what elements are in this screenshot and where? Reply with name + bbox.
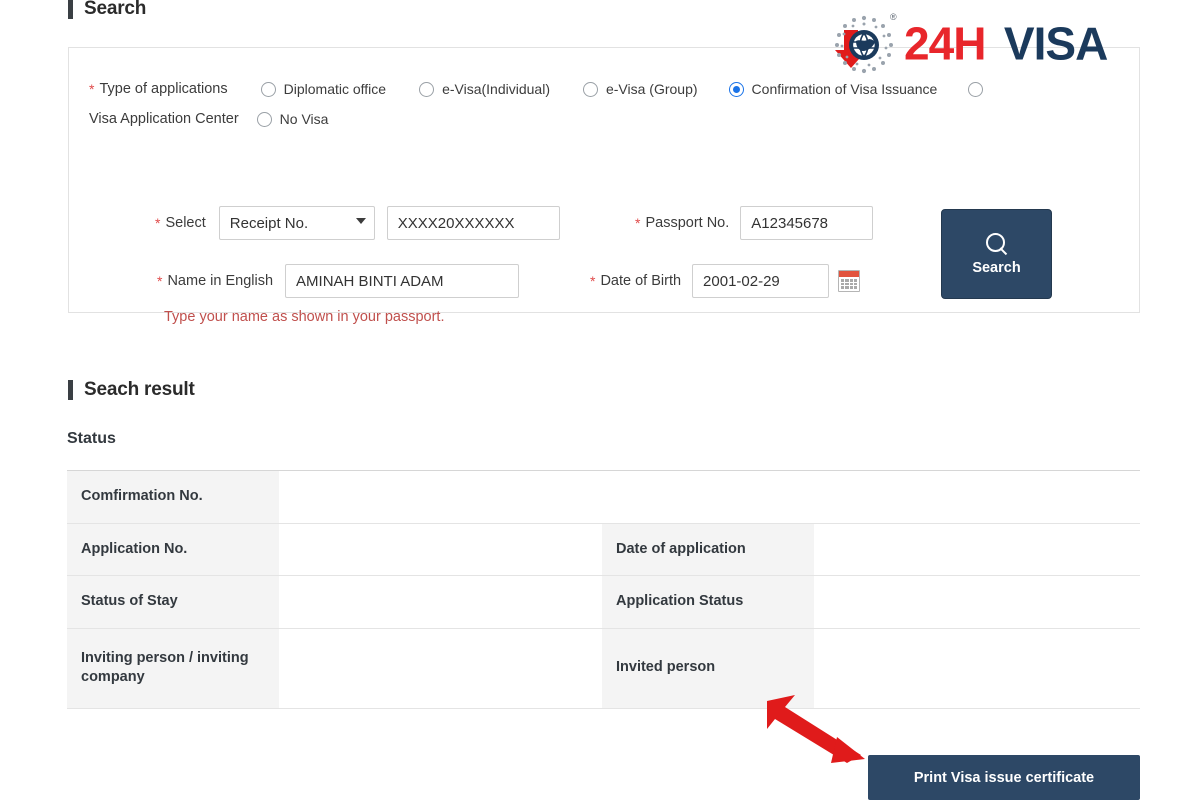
result-heading-text: Seach result [84,379,195,400]
name-in-english-input[interactable] [285,264,520,298]
radio-label-evisa-individual: e-Visa(Individual) [442,81,550,97]
required-asterisk: * [157,273,163,289]
row-label-confirmation-no: Comfirmation No. [67,470,279,524]
name-field-row: * Name in English [157,264,520,298]
document-type-select-wrapper[interactable]: Receipt No. [218,206,375,240]
print-visa-issue-certificate-button[interactable]: Print Visa issue certificate [868,755,1140,800]
passport-field-row: * Passport No. [635,206,874,240]
row-label-invited-person: Invited person [602,628,814,709]
brand-wordmark: 24H VISA [904,18,1109,70]
search-section-heading: Search [68,0,146,20]
table-row: Inviting person / inviting company Invit… [67,628,1140,709]
radio-no-visa-icon[interactable] [256,111,272,127]
required-asterisk: * [89,81,95,97]
passport-no-input[interactable] [740,206,874,240]
select-label: Select [165,215,206,231]
required-asterisk: * [590,273,596,289]
section-accent-bar [68,0,73,19]
radio-option-visa-application-center[interactable] [968,81,991,97]
wordmark-visa: VISA [1004,18,1108,70]
visa-application-center-label: Visa Application Center [89,111,239,127]
brand-logo: ® 24H VISA [828,8,1188,80]
registered-mark: ® [890,12,897,22]
radio-label-confirmation-of-visa-issuance: Confirmation of Visa Issuance [751,81,938,97]
status-subheading: Status [67,430,116,447]
search-icon [985,232,1009,256]
radio-label-evisa-group: e-Visa (Group) [605,81,698,97]
table-row: Status of Stay Application Status [67,575,1140,629]
select-field-row: * Select Receipt No. [155,206,560,240]
search-heading-text: Search [84,0,147,19]
row-label-application-status: Application Status [602,575,814,629]
radio-option-evisa-individual[interactable]: e-Visa(Individual) [419,81,550,97]
name-hint-text: Type your name as shown in your passport… [164,309,445,325]
required-asterisk: * [155,215,161,231]
search-form-panel: * Type of applications Diplomatic office… [68,47,1140,325]
search-button[interactable]: Search [941,209,1052,299]
radio-label-no-visa: No Visa [279,111,329,127]
date-of-birth-field-row: * Date of Birth [590,264,861,298]
required-asterisk: * [635,215,641,231]
receipt-no-input[interactable] [386,206,560,240]
search-button-label: Search [972,260,1021,276]
globe-emblem-icon: ® [835,12,897,74]
radio-evisa-group-icon[interactable] [582,81,598,97]
row-label-inviting-person: Inviting person / inviting company [67,628,279,709]
row-value-invited-person [814,628,1140,709]
radio-diplomatic-office-icon[interactable] [260,81,276,97]
result-section-heading: Seach result [68,379,195,401]
row-value-application-status [814,575,1140,629]
row-value-confirmation-no [279,470,1140,524]
passport-no-label: Passport No. [645,215,730,231]
row-value-date-of-application [814,523,1140,576]
print-button-label: Print Visa issue certificate [913,769,1095,786]
table-row: Application No. Date of application [67,523,1140,576]
radio-evisa-individual-icon[interactable] [419,81,435,97]
row-label-date-of-application: Date of application [602,523,814,576]
radio-visa-application-center-icon[interactable] [968,81,984,97]
date-of-birth-input[interactable] [692,264,830,298]
document-type-select[interactable]: Receipt No. [218,206,375,240]
calendar-icon[interactable] [838,270,861,292]
section-accent-bar [68,380,73,400]
row-value-status-of-stay [279,575,602,629]
type-of-applications-label: Type of applications [99,81,228,97]
radio-option-no-visa[interactable]: No Visa [256,111,329,127]
row-value-application-no [279,523,602,576]
radio-option-diplomatic-office[interactable]: Diplomatic office [260,81,387,97]
wordmark-24h: 24H [904,18,985,70]
row-label-status-of-stay: Status of Stay [67,575,279,629]
radio-option-evisa-group[interactable]: e-Visa (Group) [582,81,698,97]
table-row: Comfirmation No. [67,470,1140,524]
radio-confirmation-of-visa-issuance-icon[interactable] [728,81,744,97]
result-table: Comfirmation No. Application No. Date of… [67,470,1140,709]
radio-option-confirmation-of-visa-issuance[interactable]: Confirmation of Visa Issuance [728,81,938,97]
row-value-inviting-person [279,628,602,709]
radio-label-diplomatic-office: Diplomatic office [283,81,387,97]
name-in-english-label: Name in English [167,273,274,289]
date-of-birth-label: Date of Birth [600,273,682,289]
application-type-row: * Type of applications Diplomatic office… [89,81,1129,127]
row-label-application-no: Application No. [67,523,279,576]
